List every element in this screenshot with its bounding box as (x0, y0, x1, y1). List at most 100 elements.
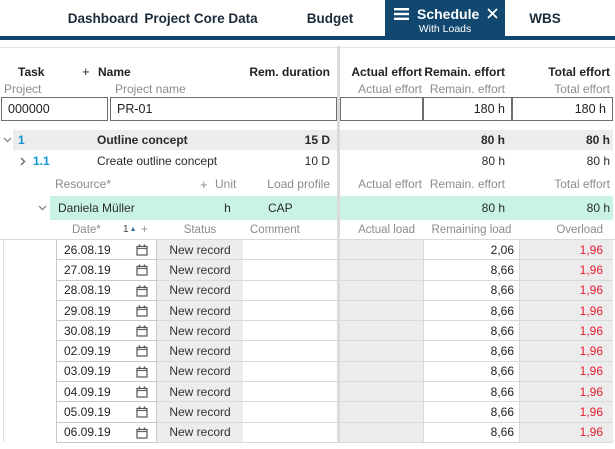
overload-cell: 1,96 (520, 321, 613, 342)
calendar-icon[interactable] (136, 386, 148, 401)
date-cell[interactable]: 05.09.19 (56, 402, 157, 423)
date-cell[interactable]: 02.09.19 (56, 341, 157, 362)
close-icon[interactable] (487, 8, 498, 19)
date-cell[interactable]: 27.08.19 (56, 260, 157, 281)
comment-cell[interactable] (243, 402, 337, 423)
tab-wbs-label: WBS (529, 10, 561, 26)
tab-schedule-subtitle: With Loads (418, 22, 472, 35)
comment-cell[interactable] (243, 361, 337, 383)
date-cell[interactable]: 04.09.19 (56, 382, 157, 403)
task-row-1[interactable]: 1 Outline concept 15 D 80 h 80 h (0, 130, 615, 150)
resource-row[interactable]: Daniela Müller h CAP 80 h 80 h (0, 196, 615, 220)
chevron-down-icon[interactable] (38, 196, 47, 220)
remaining-load-cell[interactable]: 8,66 (423, 361, 520, 383)
chevron-right-icon[interactable] (20, 150, 26, 172)
actual-effort-column-label: Actual effort (358, 177, 422, 191)
remaining-load-cell[interactable]: 8,66 (423, 300, 520, 322)
project-name-field[interactable] (110, 97, 337, 121)
remaining-load-cell[interactable]: 8,66 (423, 341, 520, 362)
remaining-load-cell[interactable]: 8,66 (423, 402, 520, 423)
status-cell[interactable]: New record (157, 321, 243, 342)
sort-ascending-icon[interactable]: 1 ▲ (123, 220, 138, 239)
project-remaining-effort-field[interactable] (423, 97, 512, 121)
remaining-load-cell[interactable]: 8,66 (423, 280, 520, 301)
comment-cell[interactable] (243, 321, 337, 342)
remaining-load-cell[interactable]: 2,06 (423, 240, 520, 261)
load-status: New record (169, 364, 231, 379)
load-remaining: 8,66 (490, 303, 514, 318)
actual-load-cell (340, 422, 423, 443)
load-status: New record (169, 344, 231, 359)
date-cell[interactable]: 29.08.19 (56, 300, 157, 322)
load-overload: 1,96 (579, 364, 603, 379)
tab-schedule[interactable]: Schedule With Loads (385, 0, 505, 40)
overload-cell: 1,96 (520, 240, 613, 261)
remaining-load-cell[interactable]: 8,66 (423, 422, 520, 443)
status-cell[interactable]: New record (157, 260, 243, 281)
tab-project-core-data-label: Project Core Data (144, 10, 258, 26)
date-cell[interactable]: 30.08.19 (56, 321, 157, 342)
task-row-1-1[interactable]: 1.1 Create outline concept 10 D 80 h 80 … (0, 150, 615, 172)
remaining-load-cell[interactable]: 8,66 (423, 382, 520, 403)
actual-load-cell (340, 361, 423, 383)
calendar-icon[interactable] (136, 244, 148, 259)
load-overload: 1,96 (579, 303, 603, 318)
resource-name: Daniela Müller (58, 201, 135, 215)
status-cell[interactable]: New record (157, 300, 243, 322)
load-status: New record (169, 405, 231, 420)
status-cell[interactable]: New record (157, 240, 243, 261)
calendar-icon[interactable] (136, 406, 148, 421)
comment-cell[interactable] (243, 300, 337, 322)
load-table-header: Date* 1 ▲ + Status Comment Actual load Re… (0, 220, 615, 239)
actual-load-cell (340, 300, 423, 322)
calendar-icon[interactable] (136, 264, 148, 279)
tab-budget[interactable]: Budget (290, 0, 370, 36)
task-name: Outline concept (97, 133, 188, 147)
comment-cell[interactable] (243, 240, 337, 261)
resource-column-label: Resource* (55, 177, 112, 191)
calendar-icon[interactable] (136, 366, 148, 381)
task-total-effort: 80 h (586, 154, 610, 168)
status-cell[interactable]: New record (157, 361, 243, 383)
comment-cell[interactable] (243, 260, 337, 281)
load-row: 28.08.19 New record 8,66 1,96 (0, 280, 615, 301)
date-cell[interactable]: 03.09.19 (56, 361, 157, 383)
load-remaining: 8,66 (490, 262, 514, 277)
calendar-icon[interactable] (136, 285, 148, 300)
sort-priority: 1 (123, 224, 129, 235)
add-resource-icon[interactable]: + (200, 172, 208, 196)
calendar-icon[interactable] (136, 427, 148, 442)
load-date: 05.09.19 (64, 405, 111, 420)
tab-wbs[interactable]: WBS (505, 0, 585, 36)
load-date: 03.09.19 (64, 364, 111, 379)
status-cell[interactable]: New record (157, 341, 243, 362)
comment-cell[interactable] (243, 341, 337, 362)
tab-project-core-data[interactable]: Project Core Data (141, 0, 261, 36)
menu-icon[interactable] (394, 7, 409, 20)
add-task-icon[interactable]: + (82, 63, 90, 80)
chevron-down-icon[interactable] (3, 130, 12, 150)
status-cell[interactable]: New record (157, 402, 243, 423)
calendar-icon[interactable] (136, 305, 148, 320)
comment-cell[interactable] (243, 382, 337, 403)
task-number: 1.1 (33, 154, 50, 168)
date-cell[interactable]: 26.08.19 (56, 240, 157, 261)
date-cell[interactable]: 06.09.19 (56, 422, 157, 443)
remaining-load-cell[interactable]: 8,66 (423, 260, 520, 281)
add-load-row-icon[interactable]: + (141, 220, 148, 239)
status-cell[interactable]: New record (157, 422, 243, 443)
date-cell[interactable]: 28.08.19 (56, 280, 157, 301)
project-id-field[interactable] (1, 97, 108, 121)
project-total-effort-field[interactable] (512, 97, 613, 121)
status-cell[interactable]: New record (157, 280, 243, 301)
load-row: 30.08.19 New record 8,66 1,96 (0, 321, 615, 342)
actual-effort-sublabel: Actual effort (358, 81, 422, 96)
remaining-load-cell[interactable]: 8,66 (423, 321, 520, 342)
status-cell[interactable]: New record (157, 382, 243, 403)
overload-cell: 1,96 (520, 361, 613, 383)
calendar-icon[interactable] (136, 325, 148, 340)
project-actual-effort-field[interactable] (340, 97, 423, 121)
comment-cell[interactable] (243, 280, 337, 301)
comment-cell[interactable] (243, 422, 337, 443)
calendar-icon[interactable] (136, 345, 148, 360)
